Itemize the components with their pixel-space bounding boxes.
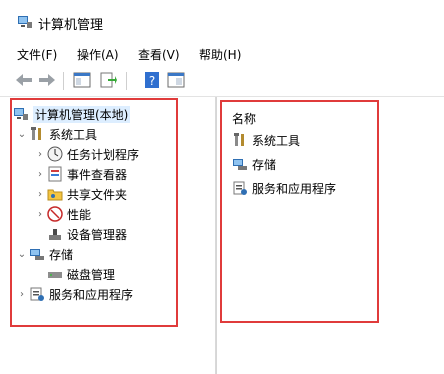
computer-management-icon (17, 14, 33, 30)
properties-icon[interactable] (166, 70, 186, 90)
back-icon[interactable] (14, 70, 34, 90)
forward-icon[interactable] (37, 70, 57, 90)
title-bar: 计算机管理 (0, 0, 444, 36)
show-hide-tree-icon[interactable] (72, 70, 92, 90)
svg-text:?: ? (149, 74, 155, 88)
menu-help[interactable]: 帮助(H) (199, 46, 241, 63)
highlight-box-left (10, 98, 178, 327)
menu-view[interactable]: 查看(V) (138, 46, 180, 63)
menu-bar: 文件(F) 操作(A) 查看(V) 帮助(H) (0, 42, 444, 64)
export-list-icon[interactable] (98, 70, 118, 90)
toolbar-separator (126, 72, 127, 90)
toolbar: ? (0, 66, 444, 97)
toolbar-separator (63, 72, 64, 90)
menu-file[interactable]: 文件(F) (17, 46, 57, 63)
help-icon[interactable]: ? (142, 70, 162, 90)
highlight-box-right (220, 100, 379, 323)
menu-action[interactable]: 操作(A) (77, 46, 119, 63)
window-title: 计算机管理 (38, 18, 104, 33)
